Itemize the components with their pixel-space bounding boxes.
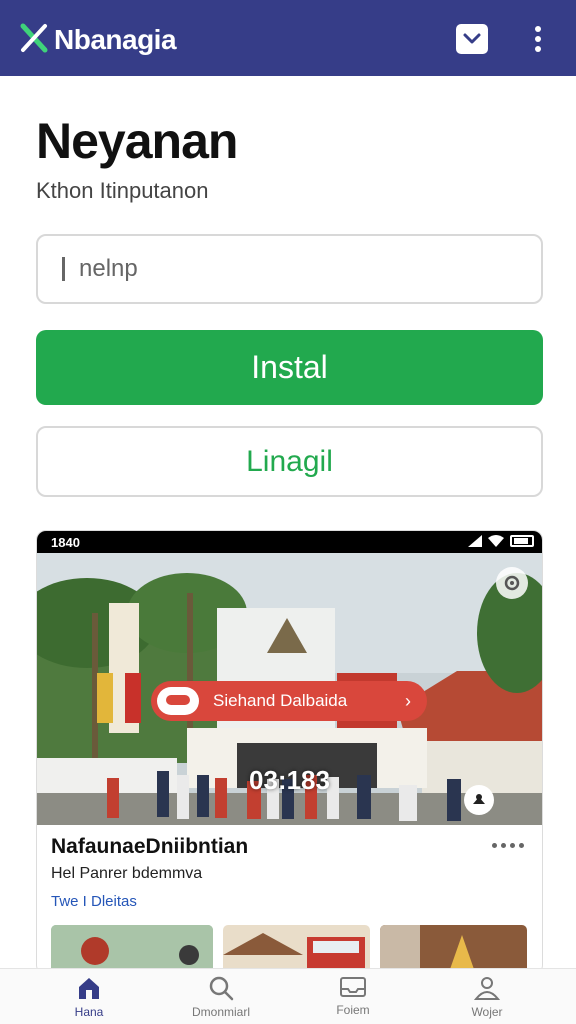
nav-label: Wojer — [471, 1005, 503, 1019]
pill-label: Siehand Dalbaida — [213, 691, 348, 710]
share-button[interactable] — [464, 785, 494, 815]
nav-item-profile[interactable]: Wojer — [432, 975, 542, 1024]
more-dot-icon — [535, 36, 541, 42]
location-pill-button[interactable]: Siehand Dalbaida › — [151, 681, 427, 721]
embedded-status-bar: 1840 — [37, 531, 542, 553]
nav-item-home[interactable]: Hana — [34, 975, 144, 1024]
media-image[interactable]: Siehand Dalbaida › 03:183 — [37, 553, 542, 825]
home-icon — [79, 978, 99, 999]
media-card[interactable]: 1840 Siehand Dalbaida › 03:183 NafaunaeD… — [36, 530, 543, 975]
text-cursor — [62, 257, 65, 281]
status-icons — [468, 535, 534, 547]
share-icon — [473, 794, 485, 804]
app-title: Nbanagia — [54, 24, 177, 55]
more-dot-icon — [501, 843, 506, 848]
more-dot-icon — [519, 843, 524, 848]
secondary-button[interactable]: Linagil — [36, 426, 543, 497]
video-timestamp: 03:183 — [249, 765, 330, 795]
search-icon — [209, 976, 234, 1001]
search-input[interactable] — [79, 255, 499, 283]
search-field[interactable] — [36, 234, 543, 304]
close-x-logo-icon[interactable] — [18, 22, 50, 54]
more-dot-icon — [535, 46, 541, 52]
more-dot-icon — [535, 26, 541, 32]
status-time: 1840 — [51, 535, 80, 550]
wifi-icon — [488, 535, 504, 547]
chevron-right-icon: › — [405, 690, 411, 711]
battery-icon — [510, 535, 534, 547]
profile-icon — [473, 977, 501, 1000]
install-button[interactable]: Instal — [36, 330, 543, 405]
overflow-menu-button[interactable] — [524, 22, 552, 56]
bottom-navigation: Hana Dmonmiarl Foiem Wojer — [0, 968, 576, 1024]
top-app-bar: Nbanagia — [0, 0, 576, 76]
nav-item-search[interactable]: Dmonmiarl — [166, 975, 276, 1024]
nav-label: Hana — [74, 1005, 104, 1019]
page-title: Neyanan — [36, 113, 238, 169]
page-subtitle: Kthon Itinputanon — [36, 178, 209, 203]
chevron-down-icon — [463, 33, 481, 44]
pill-badge-icon — [157, 687, 199, 715]
card-title: NafaunaeDniibntian — [51, 835, 249, 858]
nav-label: Dmonmiarl — [191, 1005, 250, 1019]
more-dot-icon — [492, 843, 497, 848]
nav-label: Foiem — [336, 1003, 370, 1017]
card-subtitle: Hel Panrer bdemmva — [51, 865, 203, 882]
card-more-button[interactable] — [492, 843, 524, 848]
settings-button[interactable] — [496, 567, 528, 599]
signal-icon — [468, 535, 482, 547]
more-dot-icon — [510, 843, 515, 848]
inbox-icon — [340, 977, 366, 997]
card-meta-link[interactable]: Twe I Dleitas — [51, 893, 137, 910]
settings-icon — [504, 575, 520, 591]
dropdown-button[interactable] — [456, 24, 488, 54]
nav-item-inbox[interactable]: Foiem — [298, 975, 408, 1024]
